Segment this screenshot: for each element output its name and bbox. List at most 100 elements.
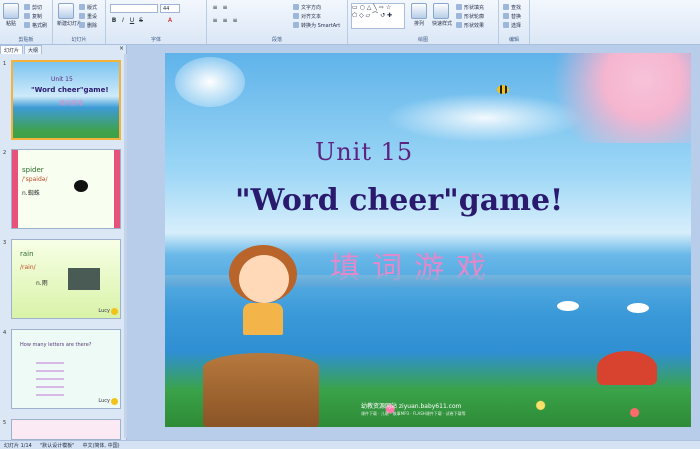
paste-icon [3, 3, 19, 19]
convert-smartart-button[interactable]: 转换为 SmartArt [293, 21, 340, 29]
format-painter-button[interactable]: 格式刷 [24, 21, 47, 29]
paragraph-group: ≡ ≡ ≡ ≡ ≡ 文字方向 对齐文本 转换为 SmartArt 段落 [207, 0, 348, 44]
thumb-chinese: 填词游戏 [59, 100, 84, 107]
font-color-button[interactable]: A [166, 17, 174, 25]
cherry-blossoms [531, 53, 691, 143]
quick-styles-button[interactable]: 快速样式 [432, 3, 452, 27]
girl-face [239, 255, 289, 303]
align-right-button[interactable]: ≡ [231, 17, 239, 25]
replace-button[interactable]: 替换 [503, 12, 521, 20]
font-group-label: 字体 [150, 37, 161, 43]
letter-grid [36, 356, 64, 396]
effects-icon [456, 22, 462, 28]
ribbon: 粘贴 剪切 复制 格式刷 剪贴板 新建幻灯片 版式 重设 删除 幻灯片 44 B… [0, 0, 700, 45]
tree-stump [203, 353, 319, 427]
slide-thumbnail-3[interactable]: rain /rain/ n.雨 Lucy [11, 239, 121, 319]
slide-title-game[interactable]: "Word cheer"game! [235, 183, 563, 218]
thumb-subtitle: "Word cheer"game! [31, 86, 109, 94]
thumb-word: rain [20, 250, 34, 258]
font-size-combo[interactable]: 44 [160, 4, 180, 13]
find-icon [503, 4, 509, 10]
shape-outline-button[interactable]: 形状轮廓 [456, 12, 484, 20]
girl-illustration [223, 245, 303, 365]
thumb-right-bar [114, 150, 120, 228]
arrange-button[interactable]: 排列 [410, 3, 428, 27]
language-indicator[interactable]: 中文(简体, 中国) [82, 442, 119, 449]
editing-group-label: 编辑 [508, 37, 519, 43]
layout-button[interactable]: 版式 [79, 3, 97, 11]
clipboard-group-label: 剪贴板 [18, 37, 34, 43]
strikethrough-button[interactable]: S [137, 17, 145, 25]
select-button[interactable]: 选择 [503, 21, 521, 29]
paste-button[interactable]: 粘贴 [2, 3, 20, 27]
footer-website[interactable]: 幼教资源网站 ziyuan.baby611.com [361, 401, 461, 410]
layout-icon [79, 4, 85, 10]
cut-button[interactable]: 剪切 [24, 3, 42, 11]
paragraph-group-label: 段落 [271, 37, 282, 43]
copy-button[interactable]: 复制 [24, 12, 42, 20]
delete-icon [79, 22, 85, 28]
spider-icon [74, 180, 88, 192]
close-panel-icon[interactable]: × [119, 45, 124, 52]
shape-fill-button[interactable]: 形状填充 [456, 3, 484, 11]
rain-photo [68, 268, 100, 290]
thumb-number: 5 [3, 420, 7, 426]
shapes-gallery[interactable]: ▭ ○ △ ╲ ⇨ ☆ ⬠ ◇ ▱ ⌒ ↺ ✚ [351, 3, 405, 29]
slide-position: 幻灯片 1/14 [4, 442, 32, 449]
slide-canvas[interactable]: Unit 15 "Word cheer"game! 填词游戏 幼教资源网站 zi… [165, 53, 691, 427]
copy-icon [24, 13, 30, 19]
align-left-button[interactable]: ≡ [211, 17, 219, 25]
bullets-button[interactable]: ≡ [211, 4, 219, 12]
thumb-tag: Lucy [98, 398, 110, 404]
shape-effects-button[interactable]: 形状效果 [456, 21, 484, 29]
new-slide-button[interactable]: 新建幻灯片 [57, 3, 82, 27]
align-center-button[interactable]: ≡ [221, 17, 229, 25]
thumb-number: 3 [3, 240, 7, 246]
thumb-left-bar [12, 150, 18, 228]
font-group: 44 B I U S A 字体 [106, 0, 207, 44]
smiley-icon [111, 398, 118, 405]
quick-styles-icon [433, 3, 449, 19]
delete-slide-button[interactable]: 删除 [79, 21, 97, 29]
thumb-number: 1 [3, 61, 7, 67]
font-name-combo[interactable] [110, 4, 158, 13]
swan-icon [557, 301, 579, 311]
slide-title-unit[interactable]: Unit 15 [315, 138, 413, 166]
slide-thumbnail-1[interactable]: Unit 15 "Word cheer"game! 填词游戏 [11, 60, 121, 140]
panel-tabs: 幻灯片 大纲 [0, 45, 126, 54]
align-text-button[interactable]: 对齐文本 [293, 12, 321, 20]
slide-thumbnail-5[interactable] [11, 419, 121, 440]
reset-button[interactable]: 重设 [79, 12, 97, 20]
thumb-word: spider [22, 166, 44, 174]
italic-button[interactable]: I [119, 17, 127, 25]
editing-group: 查找 替换 选择 编辑 [499, 0, 530, 44]
text-direction-icon [293, 4, 299, 10]
bee-icon [497, 85, 509, 94]
thumb-tag: Lucy [98, 308, 110, 314]
tab-outline[interactable]: 大纲 [24, 45, 43, 54]
girl-body [243, 303, 283, 335]
bold-button[interactable]: B [110, 17, 118, 25]
numbering-button[interactable]: ≡ [221, 4, 229, 12]
slide-thumbnail-2[interactable]: spider /'spaidə/ n.蜘蛛 [11, 149, 121, 229]
underline-button[interactable]: U [128, 17, 136, 25]
thumb-meaning: n.蜘蛛 [22, 190, 40, 197]
slides-panel: 幻灯片 大纲 × 1 Unit 15 "Word cheer"game! 填词游… [0, 45, 127, 440]
swan-icon [627, 303, 649, 313]
replace-icon [503, 13, 509, 19]
clipboard-group: 粘贴 剪切 复制 格式刷 剪贴板 [0, 0, 53, 44]
text-direction-button[interactable]: 文字方向 [293, 3, 321, 11]
drawing-group: ▭ ○ △ ╲ ⇨ ☆ ⬠ ◇ ▱ ⌒ ↺ ✚ 排列 快速样式 形状填充 形状轮廓… [348, 0, 499, 44]
status-bar: 幻灯片 1/14 "默认设计模板" 中文(简体, 中国) [0, 440, 700, 449]
thumb-phonetic: /rain/ [20, 264, 36, 271]
tab-slides[interactable]: 幻灯片 [0, 45, 24, 54]
outline-icon [456, 13, 462, 19]
sun-glow [175, 57, 245, 107]
reset-icon [79, 13, 85, 19]
theme-name: "默认设计模板" [39, 442, 75, 449]
thumb-question: How many letters are there? [20, 342, 92, 348]
select-icon [503, 22, 509, 28]
find-button[interactable]: 查找 [503, 3, 521, 11]
mushroom-house [597, 351, 657, 385]
slide-thumbnail-4[interactable]: How many letters are there? Lucy [11, 329, 121, 409]
